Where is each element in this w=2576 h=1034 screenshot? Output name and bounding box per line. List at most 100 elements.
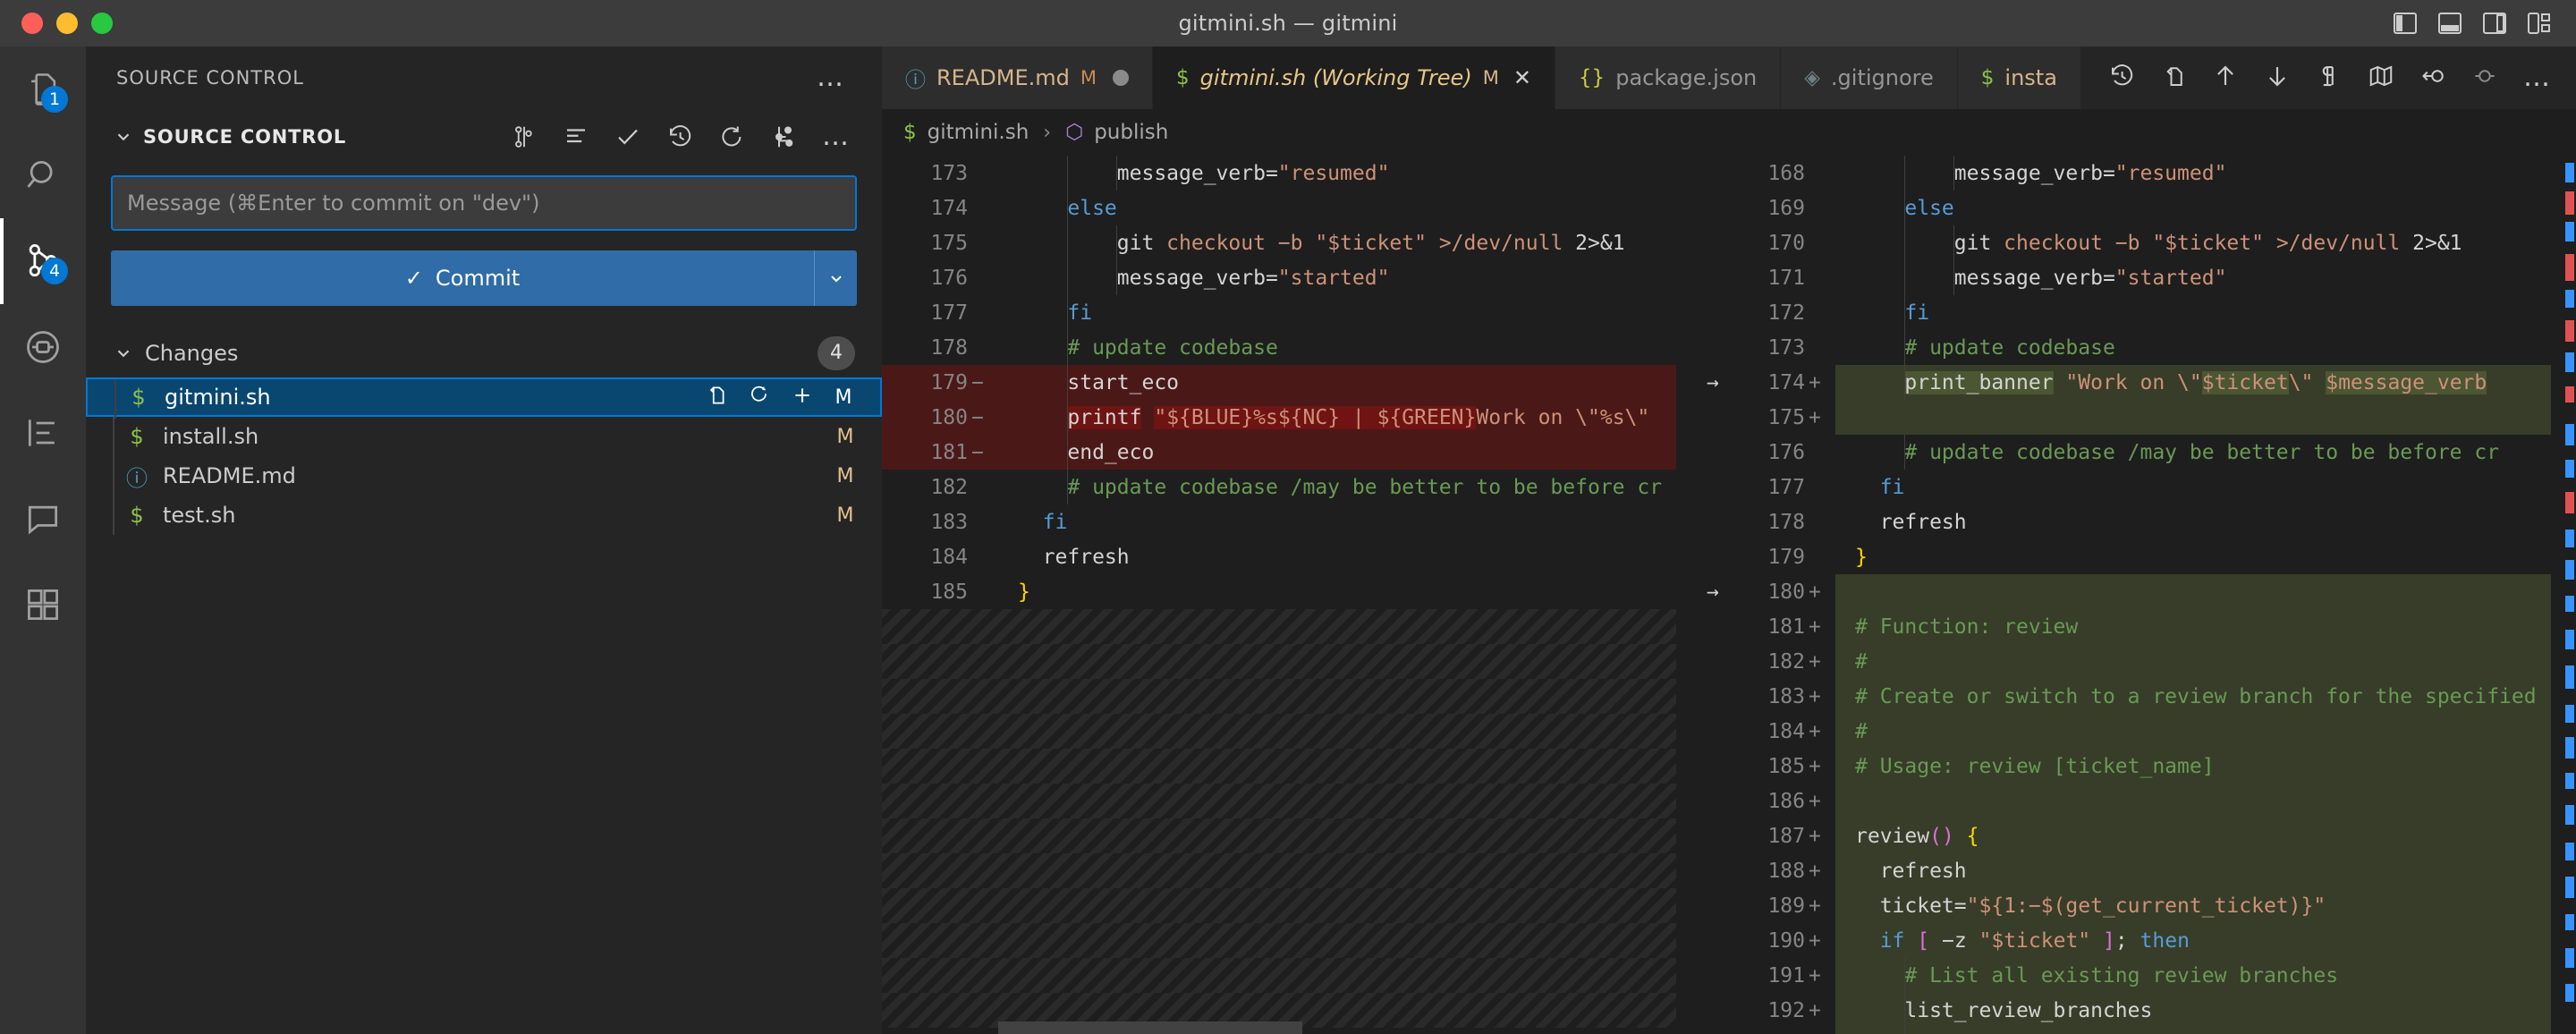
- code-line[interactable]: 171 message_verb="started": [1701, 260, 2576, 295]
- activity-bar-item-testing[interactable]: [0, 390, 86, 476]
- code-line[interactable]: 181− end_eco: [882, 435, 1676, 470]
- code-line[interactable]: 182 + #: [1701, 644, 2576, 679]
- history-icon[interactable]: [2108, 63, 2135, 93]
- discard-changes-icon[interactable]: [748, 384, 771, 411]
- code-line[interactable]: 180− printf "${BLUE}%s${NC} | ${GREEN}Wo…: [882, 400, 1676, 435]
- code-line[interactable]: 177 fi: [882, 295, 1676, 330]
- code-line[interactable]: 169 else: [1701, 191, 2576, 225]
- activity-bar-item-extensions[interactable]: [0, 562, 86, 648]
- scm-file-row-test[interactable]: $ test.sh M: [86, 496, 882, 535]
- scm-section-header[interactable]: SOURCE CONTROL …: [86, 109, 882, 165]
- code-line[interactable]: 191 + # List all existing review branches: [1701, 958, 2576, 993]
- code-line[interactable]: 175 git checkout −b "$ticket" >/dev/null…: [882, 225, 1676, 260]
- code-line[interactable]: 190 + if [ −z "$ticket" ]; then: [1701, 923, 2576, 958]
- code-line[interactable]: 193+ return: [1701, 1028, 2576, 1034]
- horizontal-scrollbar[interactable]: [998, 1021, 1302, 1034]
- code-line[interactable]: 185}: [882, 574, 1676, 609]
- revert-icon[interactable]: [2419, 63, 2446, 93]
- next-change-icon[interactable]: [2264, 63, 2291, 93]
- chevron-down-icon[interactable]: [111, 343, 136, 363]
- breadcrumb-file[interactable]: gitmini.sh: [928, 121, 1030, 144]
- code-line[interactable]: 168 message_verb="resumed": [1701, 156, 2576, 191]
- code-line[interactable]: 178 refresh: [1701, 504, 2576, 539]
- code-line[interactable]: 179− start_eco: [882, 365, 1676, 400]
- code-line[interactable]: 174 else: [882, 191, 1676, 225]
- code-line[interactable]: 176 message_verb="started": [882, 260, 1676, 295]
- chevron-down-icon[interactable]: [111, 127, 136, 147]
- toggle-inline-view-icon[interactable]: [2471, 63, 2498, 93]
- tab-package-json[interactable]: {} package.json: [1555, 47, 1782, 109]
- activity-bar-item-run-and-debug[interactable]: [0, 304, 86, 390]
- indent-guide: [1067, 260, 1069, 295]
- code-line[interactable]: 184 refresh: [882, 539, 1676, 574]
- activity-bar-item-chat[interactable]: [0, 476, 86, 562]
- toggle-primary-sidebar-icon[interactable]: [2394, 13, 2417, 34]
- tab-gitmini-working-tree[interactable]: $ gitmini.sh (Working Tree) M ✕: [1152, 47, 1555, 109]
- code-line[interactable]: 184 + #: [1701, 714, 2576, 749]
- customize-layout-icon[interactable]: [2528, 13, 2551, 34]
- code-line[interactable]: 186 +: [1701, 784, 2576, 818]
- close-icon[interactable]: ✕: [1513, 65, 1531, 90]
- toggle-whitespace-icon[interactable]: [2316, 63, 2343, 93]
- indent-guide: [1067, 435, 1069, 470]
- commit-message-input[interactable]: Message (⌘Enter to commit on "dev"): [111, 175, 857, 231]
- tab-gitignore[interactable]: ◈ .gitignore: [1781, 47, 1958, 109]
- toggle-panel-icon[interactable]: [2438, 13, 2462, 34]
- code-line[interactable]: → 180 +: [1701, 574, 2576, 609]
- diff-pane-modified[interactable]: 168 message_verb="resumed" 169 else 170 gi…: [1701, 156, 2576, 1034]
- tab-dirty-dot[interactable]: [1112, 70, 1129, 86]
- code-line[interactable]: 173 # update codebase: [1701, 330, 2576, 365]
- scm-file-row-readme[interactable]: ⓘ README.md M: [86, 456, 882, 496]
- code-line[interactable]: 183 + # Create or switch to a review branc…: [1701, 679, 2576, 714]
- code-line[interactable]: 178 # update codebase: [882, 330, 1676, 365]
- code-line[interactable]: 185 + # Usage: review [ticket_name]: [1701, 749, 2576, 784]
- activity-bar-item-search[interactable]: [0, 132, 86, 218]
- history-icon[interactable]: [666, 123, 693, 150]
- commit-check-icon[interactable]: [614, 123, 641, 150]
- toggle-minimap-icon[interactable]: [2368, 63, 2394, 93]
- view-as-tree-icon[interactable]: [511, 123, 538, 150]
- title-bar: gitmini.sh — gitmini: [0, 0, 2576, 47]
- code-line[interactable]: 189 + ticket="${1:−$(get_current_ticket)}…: [1701, 888, 2576, 923]
- code-line[interactable]: 176 # update codebase /may be better to …: [1701, 435, 2576, 470]
- tab-readme[interactable]: ⓘ README.md M: [882, 47, 1153, 109]
- diff-pane-original[interactable]: 173 message_verb="resumed" 174 else 175 gi…: [882, 156, 1676, 1034]
- tab-install[interactable]: $ insta: [1957, 47, 2081, 109]
- line-number: 179: [1767, 545, 1805, 569]
- view-as-list-icon[interactable]: [563, 123, 589, 150]
- editor-more-actions-icon[interactable]: …: [2523, 64, 2553, 91]
- breadcrumb-symbol[interactable]: publish: [1094, 121, 1168, 144]
- toggle-secondary-sidebar-icon[interactable]: [2483, 13, 2506, 34]
- code-line[interactable]: 192 + list_review_branches: [1701, 993, 2576, 1028]
- stage-changes-icon[interactable]: [791, 384, 814, 411]
- code-line[interactable]: 175 +: [1701, 400, 2576, 435]
- commit-button[interactable]: ✓ Commit: [111, 250, 814, 306]
- overview-ruler[interactable]: [2551, 156, 2576, 1034]
- code-line[interactable]: → 174 + print_banner "Work on \"$ticket\" …: [1701, 365, 2576, 400]
- code-line[interactable]: 182 # update codebase /may be better to …: [882, 470, 1676, 504]
- scm-file-row-install[interactable]: $ install.sh M: [86, 417, 882, 456]
- code-line[interactable]: 181 + # Function: review: [1701, 609, 2576, 644]
- code-line[interactable]: 173 message_verb="resumed": [882, 156, 1676, 191]
- open-changes-icon[interactable]: [2160, 63, 2187, 93]
- graph-icon[interactable]: [770, 123, 797, 150]
- code-line[interactable]: 187 + review() {: [1701, 818, 2576, 853]
- scm-file-row-gitmini[interactable]: $ gitmini.sh M: [86, 377, 882, 419]
- sidebar-more-actions-icon[interactable]: …: [817, 64, 846, 91]
- code-line[interactable]: 179}: [1701, 539, 2576, 574]
- code-line[interactable]: 170 git checkout −b "$ticket" >/dev/null…: [1701, 225, 2576, 260]
- code-line[interactable]: 188 + refresh: [1701, 853, 2576, 888]
- code-line[interactable]: 177 fi: [1701, 470, 2576, 504]
- changes-group-header[interactable]: Changes 4: [86, 329, 882, 377]
- previous-change-icon[interactable]: [2212, 63, 2239, 93]
- activity-bar-item-explorer[interactable]: 1: [0, 47, 86, 132]
- code-line[interactable]: 172 fi: [1701, 295, 2576, 330]
- code-line[interactable]: 183 fi: [882, 504, 1676, 539]
- change-arrow-icon: →: [1707, 580, 1719, 604]
- activity-bar-item-source-control[interactable]: 4: [0, 218, 86, 304]
- scm-row-actions: M: [705, 384, 853, 411]
- scm-more-actions-icon[interactable]: …: [822, 123, 852, 150]
- refresh-icon[interactable]: [718, 123, 745, 150]
- open-file-icon[interactable]: [705, 384, 728, 411]
- commit-dropdown-button[interactable]: [814, 250, 857, 306]
